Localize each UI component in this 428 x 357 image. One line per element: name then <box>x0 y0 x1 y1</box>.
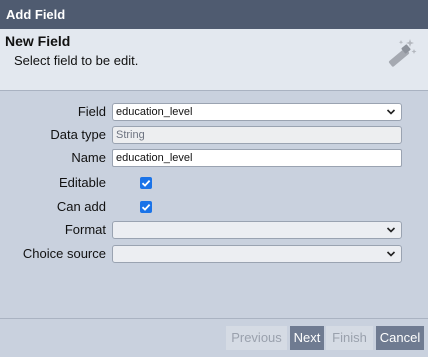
chevron-down-icon <box>386 109 396 115</box>
can-add-checkbox[interactable] <box>140 201 152 213</box>
format-label: Format <box>64 222 106 237</box>
previous-button[interactable]: Previous <box>226 326 287 350</box>
data-type-row: Data type String <box>0 125 428 145</box>
format-select[interactable] <box>112 221 402 239</box>
finish-button[interactable]: Finish <box>326 326 373 350</box>
editable-label: Editable <box>59 175 106 190</box>
field-select[interactable]: education_level <box>112 103 402 121</box>
editable-row: Editable <box>0 173 428 193</box>
chevron-down-icon <box>386 227 396 233</box>
name-input[interactable]: education_level <box>112 149 402 167</box>
magic-wand-icon <box>388 39 417 67</box>
field-row: Field education_level <box>0 102 428 122</box>
chevron-down-icon <box>386 251 396 257</box>
checkmark-icon <box>141 179 151 187</box>
cancel-button[interactable]: Cancel <box>376 326 424 350</box>
checkmark-icon <box>141 203 151 211</box>
choice-source-select[interactable] <box>112 245 402 263</box>
editable-checkbox[interactable] <box>140 177 152 189</box>
data-type-label: Data type <box>50 127 106 142</box>
page-subtitle: Select field to be edit. <box>14 53 139 68</box>
footer-divider <box>0 318 428 319</box>
next-button[interactable]: Next <box>290 326 324 350</box>
name-row: Name education_level <box>0 148 428 168</box>
can-add-row: Can add <box>0 197 428 217</box>
dialog-title: Add Field <box>0 0 428 29</box>
data-type-value: String <box>116 129 145 141</box>
page-title: New Field <box>5 33 71 49</box>
data-type-field: String <box>112 126 402 144</box>
choice-source-row: Choice source <box>0 244 428 264</box>
name-label: Name <box>71 150 106 165</box>
choice-source-label: Choice source <box>22 246 106 261</box>
name-input-value: education_level <box>116 152 193 164</box>
wizard-header: New Field Select field to be edit. <box>0 29 428 91</box>
can-add-label: Can add <box>56 199 106 214</box>
format-row: Format <box>0 220 428 240</box>
field-select-value: education_level <box>116 106 193 118</box>
field-label: Field <box>77 104 106 119</box>
